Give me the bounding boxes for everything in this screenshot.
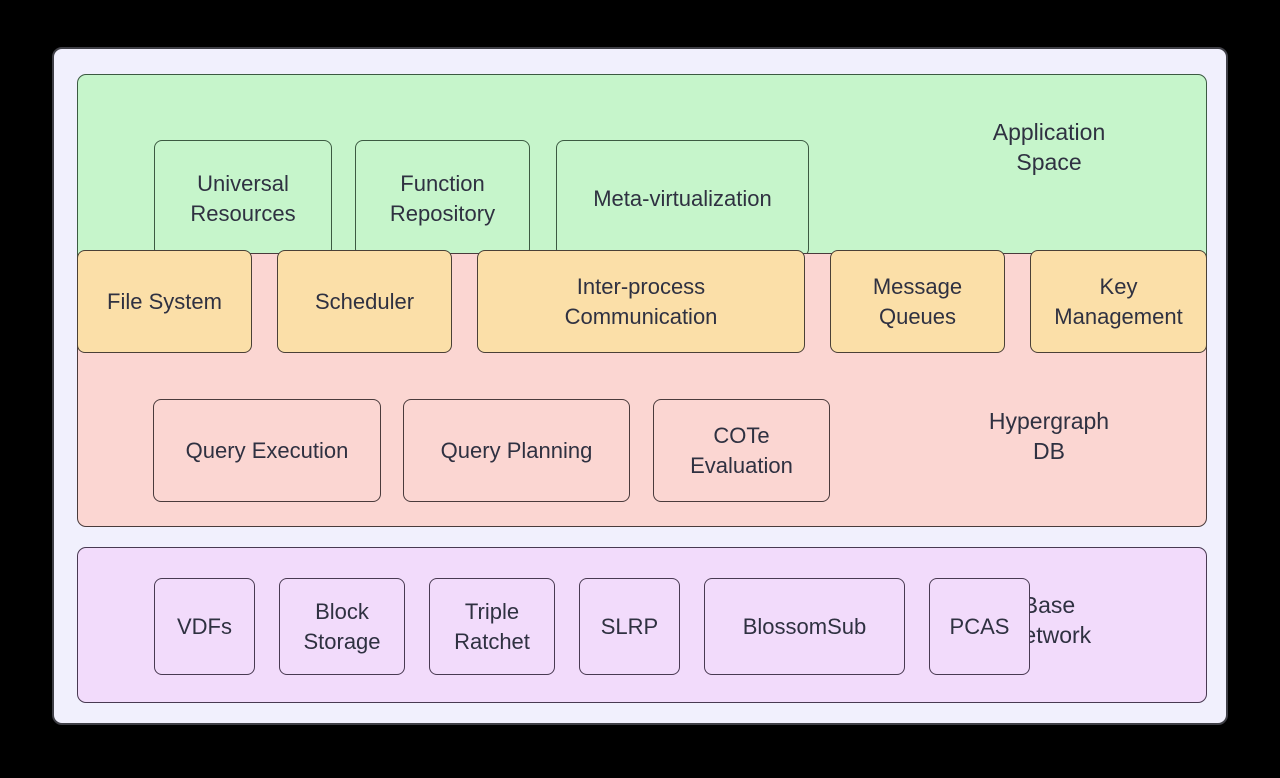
node-label: Triple Ratchet <box>454 598 530 654</box>
node-label: VDFs <box>177 613 232 639</box>
layer-label-hypergraph-db: Hypergraph DB <box>988 408 1110 464</box>
node-label: Query Execution <box>185 437 349 463</box>
node-cote-evaluation[interactable]: COTe Evaluation <box>653 399 830 502</box>
node-function-repository[interactable]: Function Repository <box>355 140 530 257</box>
node-label: Universal Resources <box>190 170 296 226</box>
node-label: Query Planning <box>440 437 593 463</box>
node-label: SLRP <box>600 613 659 639</box>
node-pcas[interactable]: PCAS <box>929 578 1030 675</box>
node-meta-virtualization[interactable]: Meta-virtualization <box>556 140 809 257</box>
node-label: Key Management <box>1054 273 1183 329</box>
architecture-diagram: Application Space Universal Resources Fu… <box>0 0 1280 778</box>
node-message-queues[interactable]: Message Queues <box>830 250 1005 353</box>
node-label: Meta-virtualization <box>593 185 772 211</box>
node-blossomsub[interactable]: BlossomSub <box>704 578 905 675</box>
node-block-storage[interactable]: Block Storage <box>279 578 405 675</box>
layer-label-application-space: Application Space <box>992 119 1106 175</box>
node-slrp[interactable]: SLRP <box>579 578 680 675</box>
node-vdfs[interactable]: VDFs <box>154 578 255 675</box>
node-label: File System <box>107 288 222 314</box>
node-file-system[interactable]: File System <box>77 250 252 353</box>
node-universal-resources[interactable]: Universal Resources <box>154 140 332 257</box>
node-label: Block Storage <box>303 598 381 654</box>
node-label: PCAS <box>949 613 1010 639</box>
node-query-planning[interactable]: Query Planning <box>403 399 630 502</box>
node-label: BlossomSub <box>742 613 867 639</box>
node-label: Message Queues <box>872 273 963 329</box>
node-triple-ratchet[interactable]: Triple Ratchet <box>429 578 555 675</box>
diagram-frame: Application Space Universal Resources Fu… <box>52 47 1228 725</box>
node-inter-process-communication[interactable]: Inter-process Communication <box>477 250 805 353</box>
node-label: Inter-process Communication <box>564 273 718 329</box>
node-key-management[interactable]: Key Management <box>1030 250 1207 353</box>
node-query-execution[interactable]: Query Execution <box>153 399 381 502</box>
node-label: Scheduler <box>314 288 415 314</box>
node-label: COTe Evaluation <box>690 422 793 478</box>
node-scheduler[interactable]: Scheduler <box>277 250 452 353</box>
node-label: Function Repository <box>389 170 496 226</box>
layer-base-network: Base Network VDFs Block Storage Triple R… <box>77 547 1207 703</box>
